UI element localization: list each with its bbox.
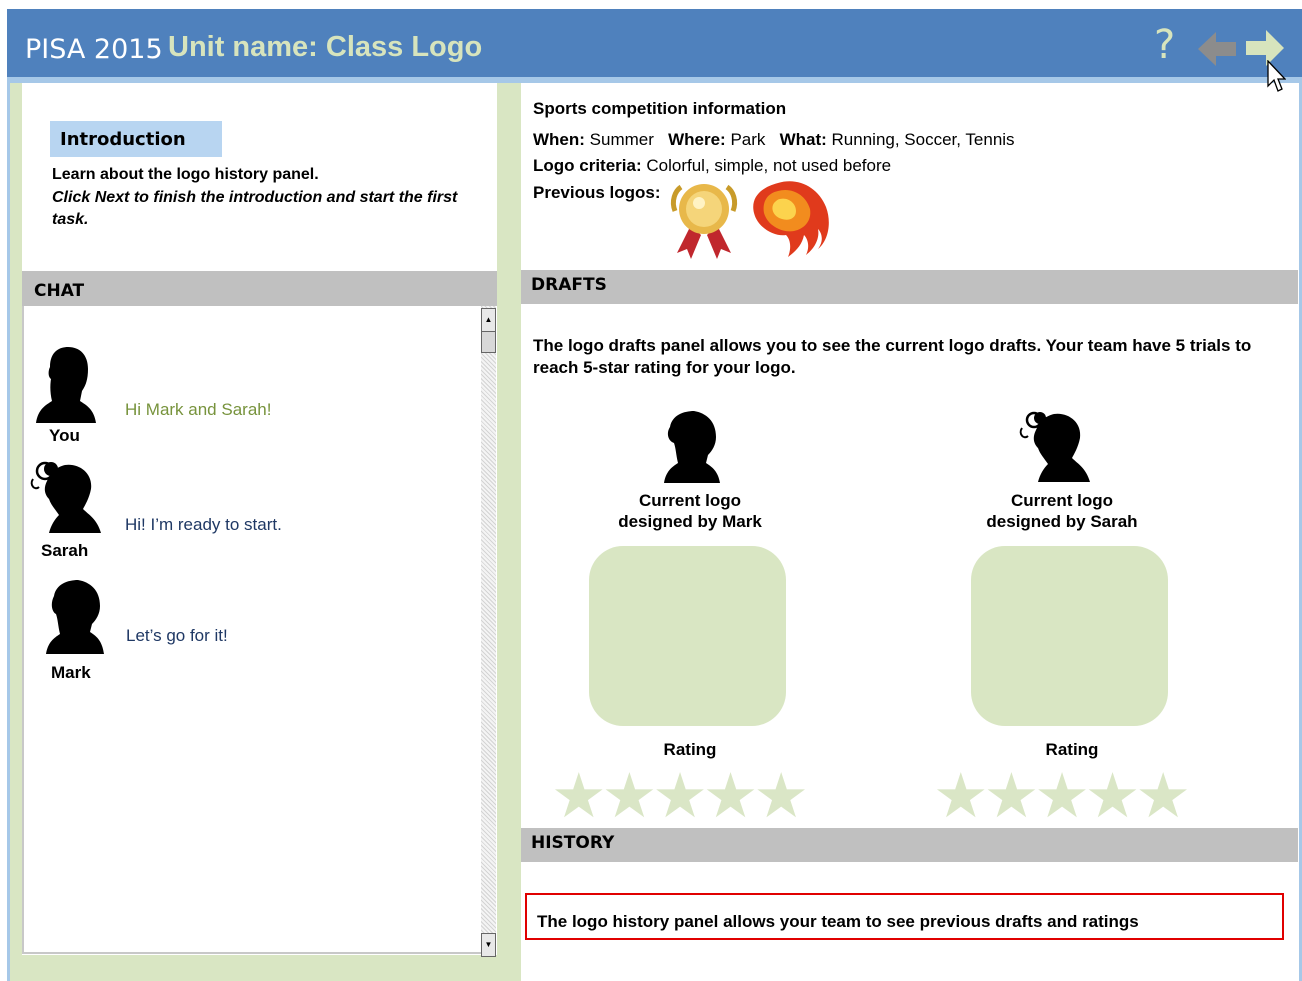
program-label: PISA 2015	[25, 34, 163, 65]
chat-message: Let’s go for it!	[126, 626, 228, 645]
bottom-margin	[10, 955, 521, 981]
history-description: The logo history panel allows your team …	[537, 912, 1139, 931]
chat-sender-name: Sarah	[41, 541, 89, 560]
scroll-down-button[interactable]: ▼	[481, 933, 496, 957]
chat-header-label: CHAT	[34, 281, 85, 301]
medal-logo-icon	[667, 181, 741, 266]
intro-instruction: Learn about the logo history panel.	[52, 166, 319, 183]
sarah-draft-label: Current logo designed by Sarah	[942, 490, 1182, 532]
star-icon: ★	[1034, 759, 1090, 832]
star-icon: ★	[601, 759, 658, 832]
header-strip	[7, 77, 1302, 83]
sports-info-details: When: Summer Where: Park What: Running, …	[533, 130, 1015, 150]
chat-scrollbar[interactable]: ▲ ▼	[481, 306, 496, 957]
chat-message: Hi! I’m ready to start.	[125, 515, 282, 534]
chat-header	[22, 271, 497, 306]
draft-label-line2: designed by Sarah	[986, 512, 1138, 531]
drafts-header	[521, 270, 1298, 304]
when-label: When:	[533, 130, 585, 149]
star-icon: ★	[983, 759, 1040, 832]
draft-label-line1: Current logo	[639, 491, 741, 510]
star-icon: ★	[551, 759, 607, 832]
star-icon: ★	[1084, 759, 1141, 832]
criteria-value: Colorful, simple, not used before	[646, 156, 892, 175]
mark-draft-label: Current logo designed by Mark	[570, 490, 810, 532]
sarah-rating-stars: ★★★★★	[933, 765, 1191, 827]
sarah-silhouette-icon	[1016, 406, 1092, 489]
chat-sender-name: You	[49, 426, 80, 445]
sarah-rating-label: Rating	[1045, 740, 1099, 759]
history-header	[521, 828, 1298, 862]
mark-rating-label: Rating	[663, 740, 717, 759]
intro-tab-label: Introduction	[60, 129, 186, 150]
drafts-header-label: DRAFTS	[531, 275, 607, 295]
logo-criteria: Logo criteria: Colorful, simple, not use…	[533, 156, 891, 176]
what-value: Running, Soccer, Tennis	[831, 130, 1015, 149]
panel-divider	[497, 83, 521, 981]
draft-label-line2: designed by Mark	[618, 512, 762, 531]
help-icon[interactable]: ?	[1154, 25, 1175, 65]
star-icon: ★	[933, 759, 989, 832]
mark-silhouette-icon	[664, 409, 720, 488]
draft-label-line1: Current logo	[1011, 491, 1113, 510]
where-value: Park	[730, 130, 766, 149]
drafts-description: The logo drafts panel allows you to see …	[533, 336, 1252, 377]
avatar-sarah-icon	[25, 455, 105, 540]
fireball-logo-icon	[748, 177, 834, 266]
when-value: Summer	[589, 130, 654, 149]
chat-sender-name: Mark	[51, 663, 91, 682]
history-header-label: HISTORY	[531, 833, 615, 853]
mark-rating-stars: ★★★★★	[551, 765, 809, 827]
mark-logo-draft[interactable]	[589, 546, 786, 726]
star-icon: ★	[1135, 759, 1191, 832]
previous-logos-label: Previous logos:	[533, 183, 661, 202]
left-margin	[10, 83, 22, 981]
mouse-cursor-icon	[1266, 59, 1287, 101]
scroll-thumb[interactable]	[481, 331, 496, 353]
back-arrow-icon[interactable]	[1196, 29, 1238, 74]
sports-info-title: Sports competition information	[533, 99, 787, 118]
scroll-up-button[interactable]: ▲	[481, 308, 496, 332]
unit-title: Unit name: Class Logo	[168, 31, 483, 63]
intro-next-instruction: Click Next to finish the introduction an…	[52, 189, 458, 228]
what-label: What:	[779, 130, 827, 149]
star-icon: ★	[702, 759, 759, 832]
chat-message: Hi Mark and Sarah!	[125, 400, 272, 419]
avatar-you-icon	[36, 345, 96, 428]
avatar-mark-icon	[46, 578, 104, 659]
criteria-label: Logo criteria:	[533, 156, 642, 175]
star-icon: ★	[753, 759, 809, 832]
star-icon: ★	[652, 759, 708, 832]
sarah-logo-draft[interactable]	[971, 546, 1168, 726]
where-label: Where:	[668, 130, 726, 149]
